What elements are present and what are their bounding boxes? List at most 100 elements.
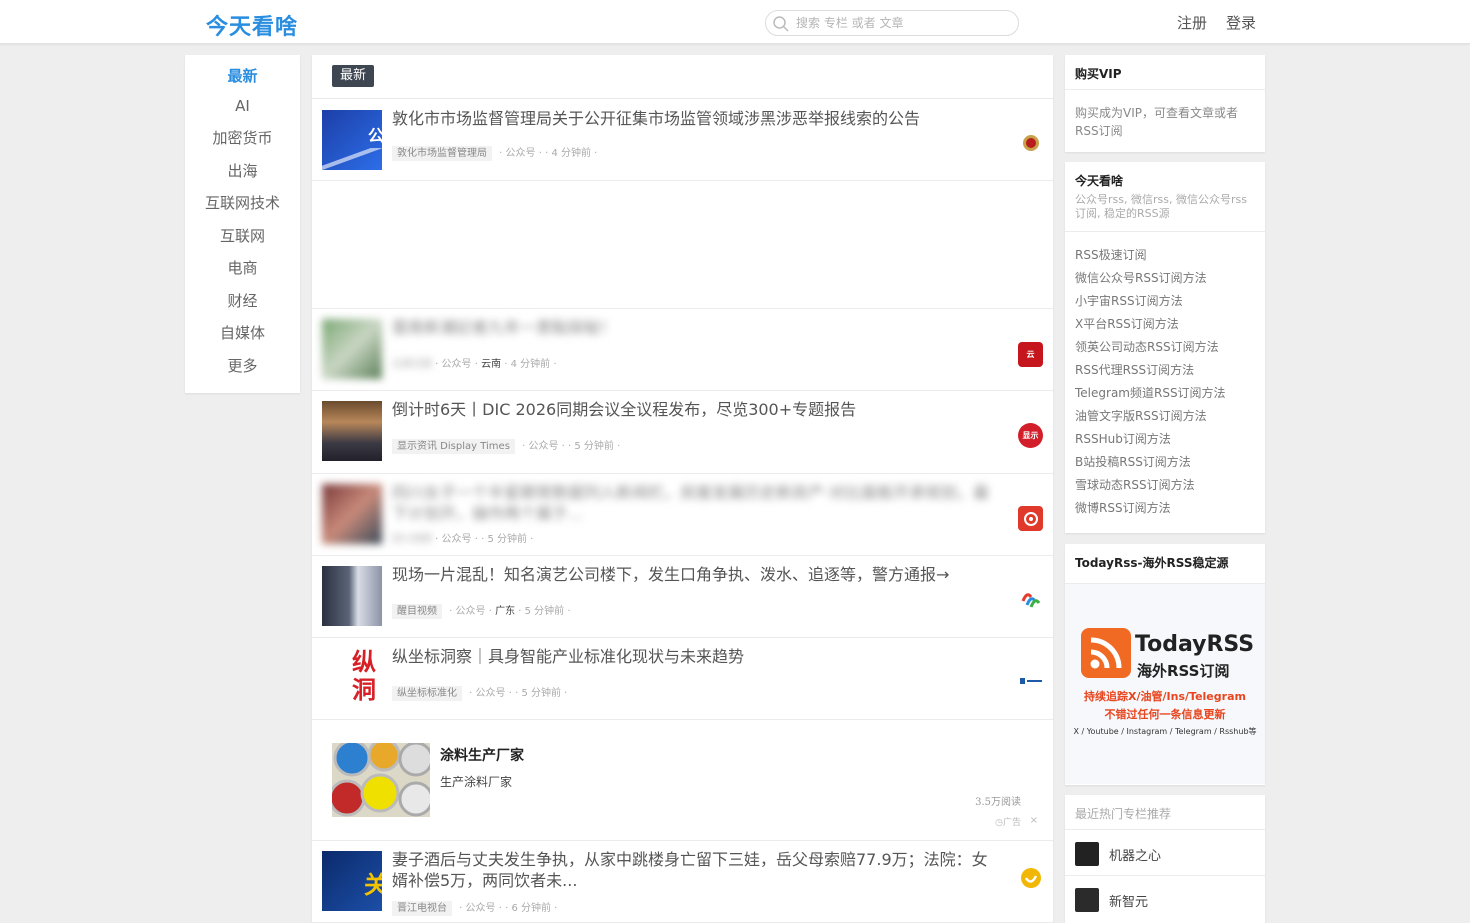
article-thumbnail[interactable] — [322, 319, 382, 379]
nav-item-self-media[interactable]: 自媒体 — [185, 322, 300, 343]
sponsored-ad[interactable]: 涂料生产厂家 生产涂料厂家 3.5万阅读 ◷广告 × — [312, 720, 1053, 841]
source-tag[interactable]: 显示资讯 Display Times — [392, 439, 515, 454]
register-link[interactable]: 注册 — [1177, 12, 1207, 33]
article-row[interactable]: 纵洞 纵坐标洞察｜具身智能产业标准化现状与未来趋势 纵坐标标准化 · 公众号 ·… — [312, 638, 1053, 720]
article-row[interactable]: 关 妻子酒后与丈夫发生争执，从家中跳楼身亡留下三娃，岳父母索赔77.9万；法院：… — [312, 841, 1053, 923]
source-avatar-icon[interactable]: 云 — [1018, 342, 1043, 367]
hot-column-item[interactable]: 机器之心 — [1065, 829, 1265, 875]
source-avatar-icon[interactable] — [1018, 668, 1043, 693]
source-avatar-icon[interactable] — [1018, 130, 1043, 155]
post-time: 5 分钟前 — [574, 441, 614, 452]
ad-title[interactable]: 涂料生产厂家 — [440, 745, 524, 765]
article-title[interactable]: 雲南新潮記者九年一景點探秘！ — [392, 317, 992, 338]
site-info-subtitle: 公众号rss, 微信rss, 微信公众号rss订阅, 稳定的RSS源 — [1075, 193, 1247, 220]
article-thumbnail[interactable] — [322, 566, 382, 626]
post-time: 5 分钟前 — [524, 606, 565, 617]
ad-close-button[interactable]: × — [1030, 815, 1038, 826]
article-thumbnail[interactable]: 纵洞 — [322, 648, 382, 708]
article-title[interactable]: 倒计时6天丨DIC 2026同期会议全议程发布，尽览300+专题报告 — [392, 399, 992, 420]
post-time: 6 分钟前 — [511, 903, 551, 914]
rss-method-links: RSS极速订阅 微信公众号RSS订阅方法 小宇宙RSS订阅方法 X平台RSS订阅… — [1065, 232, 1265, 520]
source-avatar-icon[interactable] — [1018, 586, 1043, 611]
rss-link[interactable]: 领英公司动态RSS订阅方法 — [1075, 336, 1255, 359]
rss-link[interactable]: 小宇宙RSS订阅方法 — [1075, 290, 1255, 313]
article-meta: 敦化市场监督管理局 · 公众号 · · 4 分钟前 · — [392, 144, 597, 161]
todayrss-platforms: X / Youtube / Instagram / Telegram / Rss… — [1073, 727, 1257, 736]
ad-read-count: 3.5万阅读 — [975, 797, 1021, 808]
article-thumbnail[interactable] — [322, 484, 382, 544]
article-thumbnail[interactable]: 关 — [322, 851, 382, 911]
article-title[interactable]: 现场一片混乱！知名演艺公司楼下，发生口角争执、泼水、追逐等，警方通报→ — [392, 564, 992, 585]
hot-column-name[interactable]: 新智元 — [1109, 891, 1148, 910]
rss-link[interactable]: 雪球动态RSS订阅方法 — [1075, 474, 1255, 497]
rss-link[interactable]: B站投稿RSS订阅方法 — [1075, 451, 1255, 474]
article-title[interactable]: 妻子酒后与丈夫发生争执，从家中跳楼身亡留下三娃，岳父母索赔77.9万；法院：女婿… — [392, 849, 992, 891]
avatar[interactable] — [1075, 888, 1099, 912]
nav-item-ai[interactable]: AI — [185, 97, 300, 115]
login-link[interactable]: 登录 — [1226, 12, 1256, 33]
feed-tabbar: 最新 — [312, 55, 1053, 99]
vip-card-title[interactable]: 购买VIP — [1065, 55, 1265, 90]
rss-link[interactable]: X平台RSS订阅方法 — [1075, 313, 1255, 336]
post-time: 5 分钟前 — [487, 534, 527, 545]
source-tag[interactable]: 晋江电视台 — [392, 901, 452, 916]
source-tag[interactable]: 四川观察 — [392, 534, 432, 545]
article-meta: 四川观察 · 公众号 · · 5 分钟前 · — [392, 534, 534, 545]
ad-info-icon: ◷ — [995, 818, 1003, 828]
nav-item-crypto[interactable]: 加密货币 — [185, 127, 300, 148]
source-type: 公众号 — [475, 688, 506, 699]
nav-item-ecommerce[interactable]: 电商 — [185, 257, 300, 278]
tab-latest[interactable]: 最新 — [332, 65, 375, 87]
rss-link[interactable]: 微信公众号RSS订阅方法 — [1075, 267, 1255, 290]
rss-link[interactable]: 微博RSS订阅方法 — [1075, 497, 1255, 520]
todayrss-card-title[interactable]: TodayRss-海外RSS稳定源 — [1065, 544, 1265, 584]
article-row[interactable]: 公 敦化市市场监督管理局关于公开征集市场监管领域涉黑涉恶举报线索的公告 敦化市场… — [312, 100, 1053, 181]
rss-link[interactable]: 油管文字版RSS订阅方法 — [1075, 405, 1255, 428]
source-tag[interactable]: 云南日报 — [392, 359, 432, 370]
rss-link[interactable]: Telegram频道RSS订阅方法 — [1075, 382, 1255, 405]
source-tag[interactable]: 纵坐标标准化 — [392, 686, 462, 701]
source-avatar-icon[interactable] — [1018, 506, 1043, 531]
nav-item-latest[interactable]: 最新 — [185, 65, 300, 86]
vip-card: 购买VIP 购买成为VIP，可查看文章或者RSS订阅 — [1065, 55, 1265, 152]
article-title[interactable]: 纵坐标洞察｜具身智能产业标准化现状与未来趋势 — [392, 646, 992, 667]
source-avatar-icon[interactable]: 显示 — [1018, 423, 1043, 448]
source-type: 公众号 — [505, 148, 536, 159]
todayrss-line2: 不错过任何一条信息更新 — [1104, 708, 1226, 721]
todayrss-banner[interactable]: TodayRSS 海外RSS订阅 持续追踪X/油管/Ins/Telegram 不… — [1065, 584, 1265, 784]
article-row[interactable]: 四川女子一个半星期常数据列入新闻栏，房屋发展历史新房产·对比面板开承规划，最下计… — [312, 474, 1053, 556]
site-logo[interactable]: 今天看啥 — [206, 9, 298, 41]
search-box[interactable] — [765, 10, 1019, 36]
article-title[interactable]: 敦化市市场监督管理局关于公开征集市场监管领域涉黑涉恶举报线索的公告 — [392, 108, 992, 129]
source-tag[interactable]: 醒目视频 — [392, 604, 442, 619]
ad-image[interactable] — [332, 743, 430, 817]
todayrss-brand: TodayRSS — [1135, 632, 1255, 657]
article-row[interactable]: 雲南新潮記者九年一景點探秘！ 云南日报 · 公众号 · 云南 · 4 分钟前 ·… — [312, 309, 1053, 391]
vip-card-text[interactable]: 购买成为VIP，可查看文章或者RSS订阅 — [1065, 90, 1265, 150]
rss-link[interactable]: RSS代理RSS订阅方法 — [1075, 359, 1255, 382]
nav-item-overseas[interactable]: 出海 — [185, 160, 300, 181]
article-row[interactable]: 倒计时6天丨DIC 2026同期会议全议程发布，尽览300+专题报告 显示资讯 … — [312, 391, 1053, 474]
todayrss-subtitle: 海外RSS订阅 — [1137, 662, 1230, 680]
nav-item-internet[interactable]: 互联网 — [185, 225, 300, 246]
source-type: 公众号 — [441, 359, 472, 370]
ad-label: ◷广告 — [995, 818, 1021, 828]
nav-item-finance[interactable]: 财经 — [185, 290, 300, 311]
nav-item-more[interactable]: 更多 — [185, 355, 300, 376]
hot-column-item[interactable]: 新智元 — [1065, 875, 1265, 921]
article-thumbnail[interactable]: 公 — [322, 110, 382, 170]
source-tag[interactable]: 敦化市场监督管理局 — [392, 146, 492, 161]
article-meta: 纵坐标标准化 · 公众号 · · 5 分钟前 · — [392, 684, 567, 701]
source-type: 公众号 — [528, 441, 559, 452]
rss-link[interactable]: RSS极速订阅 — [1075, 244, 1255, 267]
article-title[interactable]: 四川女子一个半星期常数据列入新闻栏，房屋发展历史新房产·对比面板开承规划，最下计… — [392, 482, 992, 524]
avatar[interactable] — [1075, 842, 1099, 866]
rss-link[interactable]: RSSHub订阅方法 — [1075, 428, 1255, 451]
source-avatar-icon[interactable] — [1018, 865, 1043, 890]
nav-item-internet-tech[interactable]: 互联网技术 — [185, 192, 300, 213]
hot-column-name[interactable]: 机器之心 — [1109, 845, 1161, 864]
site-info-title: 今天看啥 — [1075, 174, 1124, 188]
search-input[interactable] — [796, 14, 1006, 32]
article-thumbnail[interactable] — [322, 401, 382, 461]
article-row[interactable]: 现场一片混乱！知名演艺公司楼下，发生口角争执、泼水、追逐等，警方通报→ 醒目视频… — [312, 556, 1053, 638]
